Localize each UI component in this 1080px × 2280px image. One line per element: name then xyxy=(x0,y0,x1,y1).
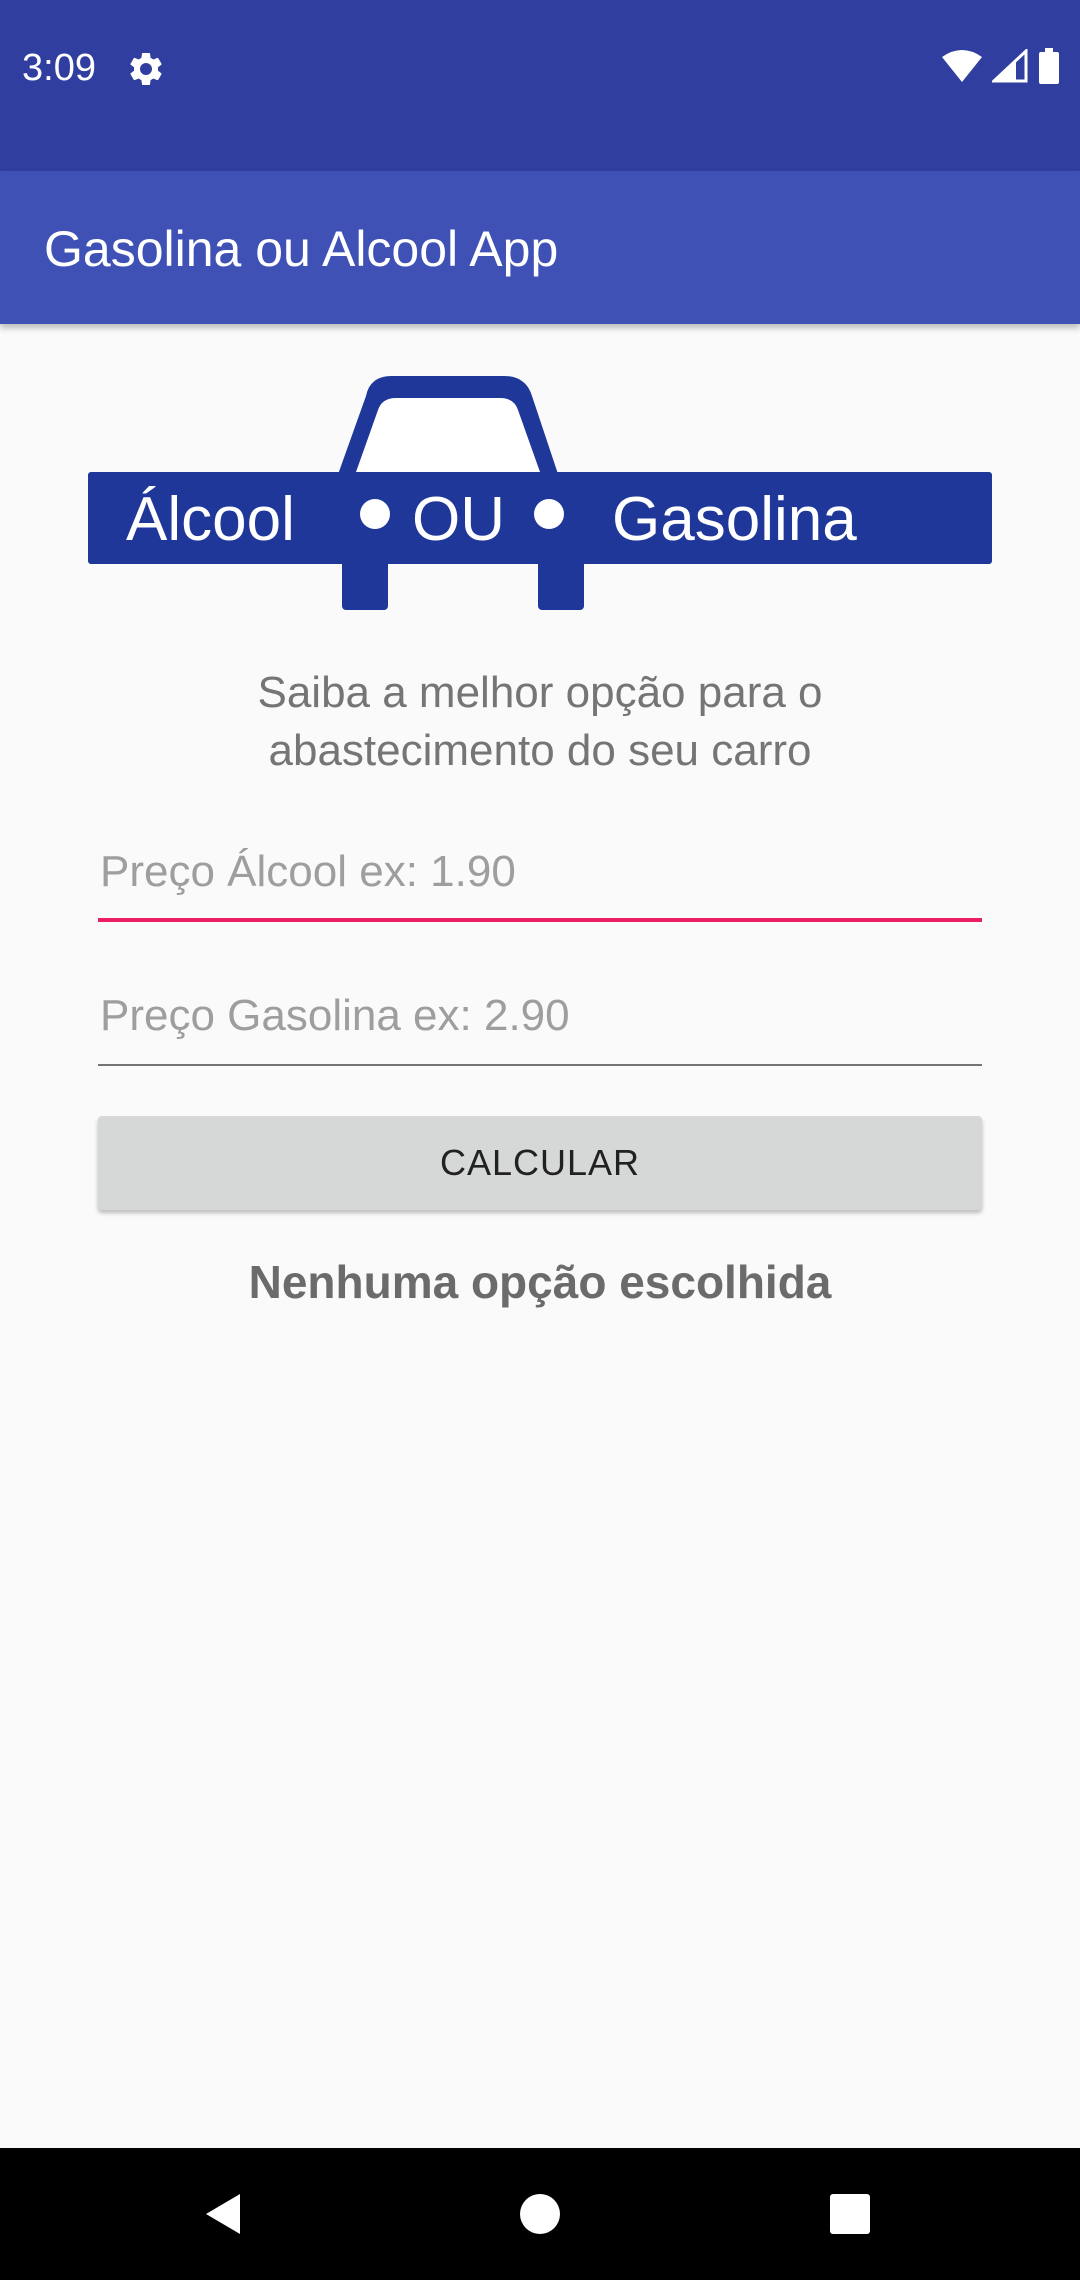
subtitle: Saiba a melhor opção para o abasteciment… xyxy=(100,664,980,780)
alcohol-or-gasoline-logo: Álcool OU Gasolina xyxy=(88,372,992,612)
app-bar: Gasolina ou Alcool App xyxy=(0,171,1080,324)
recents-icon[interactable] xyxy=(826,2190,874,2238)
calculate-button[interactable]: CALCULAR xyxy=(98,1116,982,1210)
logo-word-alcohol: Álcool xyxy=(126,485,295,554)
subtitle-line-1: Saiba a melhor opção para o xyxy=(257,668,823,717)
gasoline-price-field[interactable] xyxy=(98,976,984,1066)
wifi-icon xyxy=(942,49,982,88)
back-icon[interactable] xyxy=(200,2190,248,2238)
navigation-bar xyxy=(0,2148,1080,2280)
result-text: Nenhuma opção escolhida xyxy=(248,1256,832,1308)
subtitle-line-2: abastecimento do seu carro xyxy=(268,726,812,775)
logo-word-ou: OU xyxy=(412,485,505,554)
status-time: 3:09 xyxy=(22,47,96,89)
app-title: Gasolina ou Alcool App xyxy=(44,221,559,277)
logo-word-gasoline: Gasolina xyxy=(612,485,857,554)
alcohol-price-field[interactable] xyxy=(98,832,984,922)
home-icon[interactable] xyxy=(516,2190,564,2238)
battery-icon xyxy=(1038,47,1060,89)
signal-icon xyxy=(990,47,1028,88)
settings-icon xyxy=(126,49,166,89)
gasoline-field-underline xyxy=(98,1064,982,1066)
gasoline-price-input[interactable] xyxy=(98,976,984,1056)
alcohol-field-underline xyxy=(98,918,982,922)
alcohol-price-input[interactable] xyxy=(98,832,984,912)
status-bar: 3:09 xyxy=(0,0,1080,171)
